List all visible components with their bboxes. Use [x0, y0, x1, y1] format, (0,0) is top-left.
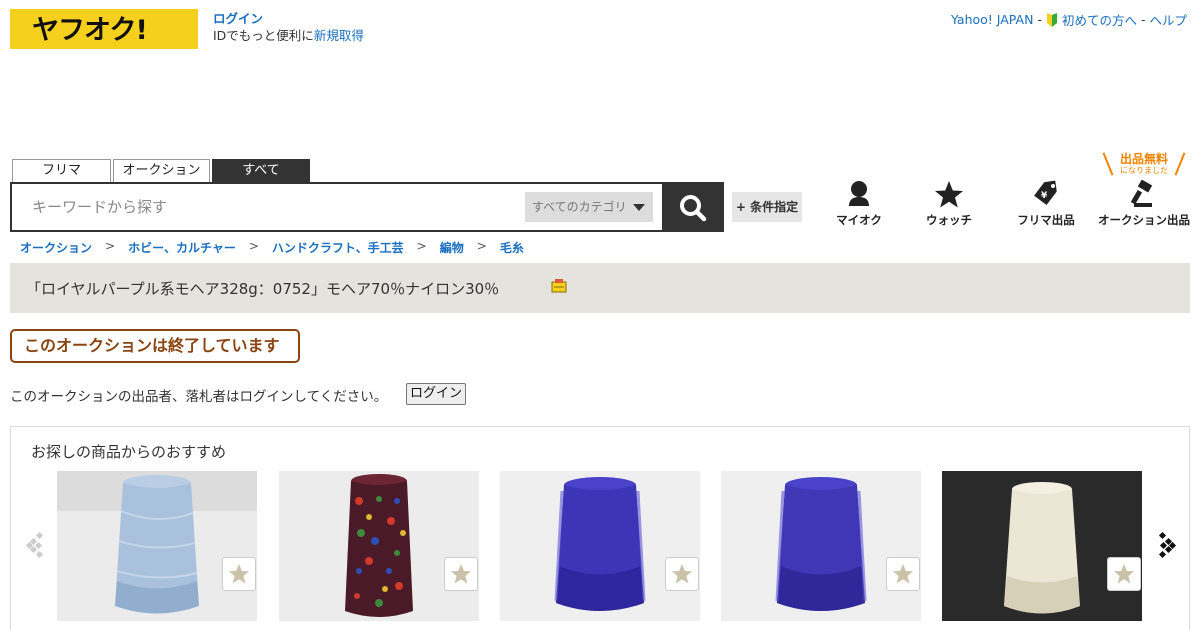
- yahuoku-logo[interactable]: ヤフオク!: [10, 9, 198, 49]
- nav-flea-listing-label: フリマ出品: [1017, 213, 1075, 227]
- carousel-next-icon[interactable]: [1155, 531, 1177, 559]
- star-icon: [229, 564, 249, 584]
- breadcrumb-auction[interactable]: オークション: [20, 239, 92, 256]
- login-block: ログイン IDでもっと便利に新規取得: [213, 10, 364, 44]
- star-icon: [451, 564, 471, 584]
- breadcrumb-sep: >: [248, 239, 259, 253]
- search-button[interactable]: [662, 182, 724, 232]
- id-text: IDでもっと便利に: [213, 28, 314, 43]
- search-icon: [680, 195, 707, 222]
- signup-link[interactable]: 新規取得: [314, 28, 364, 43]
- yarn-image: [279, 471, 479, 621]
- top-links: Yahoo! JAPAN - 初めての方へ - ヘルプ: [951, 10, 1187, 29]
- login-note: このオークションの出品者、落札者はログインしてください。: [10, 389, 388, 405]
- beginner-mark-icon: [1046, 12, 1058, 27]
- nav-watch-label: ウォッチ: [926, 213, 972, 227]
- reco-item-3[interactable]: [500, 471, 700, 621]
- separator: -: [1140, 12, 1146, 27]
- breadcrumb-handcraft[interactable]: ハンドクラフト、手工芸: [272, 239, 404, 256]
- login-link[interactable]: ログイン: [213, 11, 263, 26]
- star-icon: [893, 564, 913, 584]
- tab-flea[interactable]: フリマ: [12, 159, 111, 182]
- nav-auction-listing[interactable]: オークション出品: [1098, 180, 1190, 228]
- star-icon: [935, 181, 963, 208]
- reco-item-1[interactable]: [57, 471, 257, 621]
- person-icon: [849, 181, 869, 206]
- yarn-image: [57, 471, 257, 621]
- breadcrumb-yarn[interactable]: 毛糸: [500, 239, 524, 256]
- new-item-icon: [551, 279, 567, 293]
- breadcrumb-sep: >: [105, 239, 116, 253]
- star-icon: [1114, 564, 1134, 584]
- svg-text:ヤフオク!: ヤフオク!: [32, 15, 147, 45]
- breadcrumb-hobby[interactable]: ホビー、カルチャー: [128, 239, 236, 256]
- tab-all[interactable]: すべて: [212, 159, 310, 182]
- search-tabs: フリマ オークション すべて: [12, 159, 310, 182]
- yarn-image: [942, 471, 1142, 621]
- reco-item-5[interactable]: [942, 471, 1142, 621]
- yarn-image: [500, 471, 700, 621]
- auction-ended-badge: このオークションは終了しています: [10, 329, 300, 363]
- logo-wordmark: ヤフオク!: [32, 15, 148, 45]
- reco-item-4[interactable]: [721, 471, 921, 621]
- gavel-icon: [1130, 180, 1153, 207]
- breadcrumb-sep: >: [476, 239, 487, 253]
- watch-button[interactable]: [1107, 557, 1141, 591]
- recommendations-title: お探しの商品からのおすすめ: [31, 443, 227, 461]
- watch-button[interactable]: [222, 557, 256, 591]
- dropdown-arrow-icon: [633, 204, 645, 211]
- free-listing-sub: になりました: [1120, 166, 1168, 175]
- separator: -: [1037, 12, 1042, 27]
- help-link[interactable]: ヘルプ: [1149, 10, 1187, 29]
- breadcrumb-sep: >: [416, 239, 427, 253]
- carousel-prev-icon[interactable]: [25, 531, 47, 559]
- nav-myauc[interactable]: マイオク: [832, 180, 886, 228]
- tab-auction[interactable]: オークション: [113, 159, 210, 182]
- nav-myauc-label: マイオク: [836, 213, 882, 227]
- breadcrumb-knitting[interactable]: 編物: [440, 239, 464, 256]
- yahoo-japan-link[interactable]: Yahoo! JAPAN: [951, 12, 1033, 27]
- price-tag-icon: ¥: [1034, 180, 1057, 206]
- category-select-label: すべてのカテゴリ: [532, 200, 627, 214]
- category-select[interactable]: すべてのカテゴリ: [525, 192, 653, 222]
- search-box: すべてのカテゴリ: [10, 182, 664, 232]
- free-listing-title: 出品無料: [1119, 152, 1168, 166]
- search-input[interactable]: [12, 184, 512, 230]
- free-listing-banner: 出品無料 になりました: [1102, 152, 1186, 176]
- login-button[interactable]: ログイン: [406, 383, 466, 405]
- reco-item-2[interactable]: [279, 471, 479, 621]
- yarn-image: [721, 471, 921, 621]
- breadcrumb: オークション > ホビー、カルチャー > ハンドクラフト、手工芸 > 編物 > …: [20, 239, 524, 256]
- condition-button[interactable]: + 条件指定: [732, 192, 802, 222]
- beginner-link[interactable]: 初めての方へ: [1062, 10, 1137, 29]
- star-icon: [672, 564, 692, 584]
- watch-button[interactable]: [886, 557, 920, 591]
- svg-text:¥: ¥: [1041, 191, 1048, 201]
- watch-button[interactable]: [665, 557, 699, 591]
- nav-flea-listing[interactable]: ¥ フリマ出品: [1014, 180, 1078, 228]
- item-title: 「ロイヤルパープル系モヘア328g：0752」モヘア70％ナイロン30％: [26, 280, 500, 298]
- nav-auction-listing-label: オークション出品: [1098, 213, 1190, 227]
- watch-button[interactable]: [444, 557, 478, 591]
- nav-watch[interactable]: ウォッチ: [922, 180, 976, 228]
- item-title-bar: 「ロイヤルパープル系モヘア328g：0752」モヘア70％ナイロン30％: [10, 263, 1190, 313]
- recommendations: お探しの商品からのおすすめ: [10, 426, 1190, 630]
